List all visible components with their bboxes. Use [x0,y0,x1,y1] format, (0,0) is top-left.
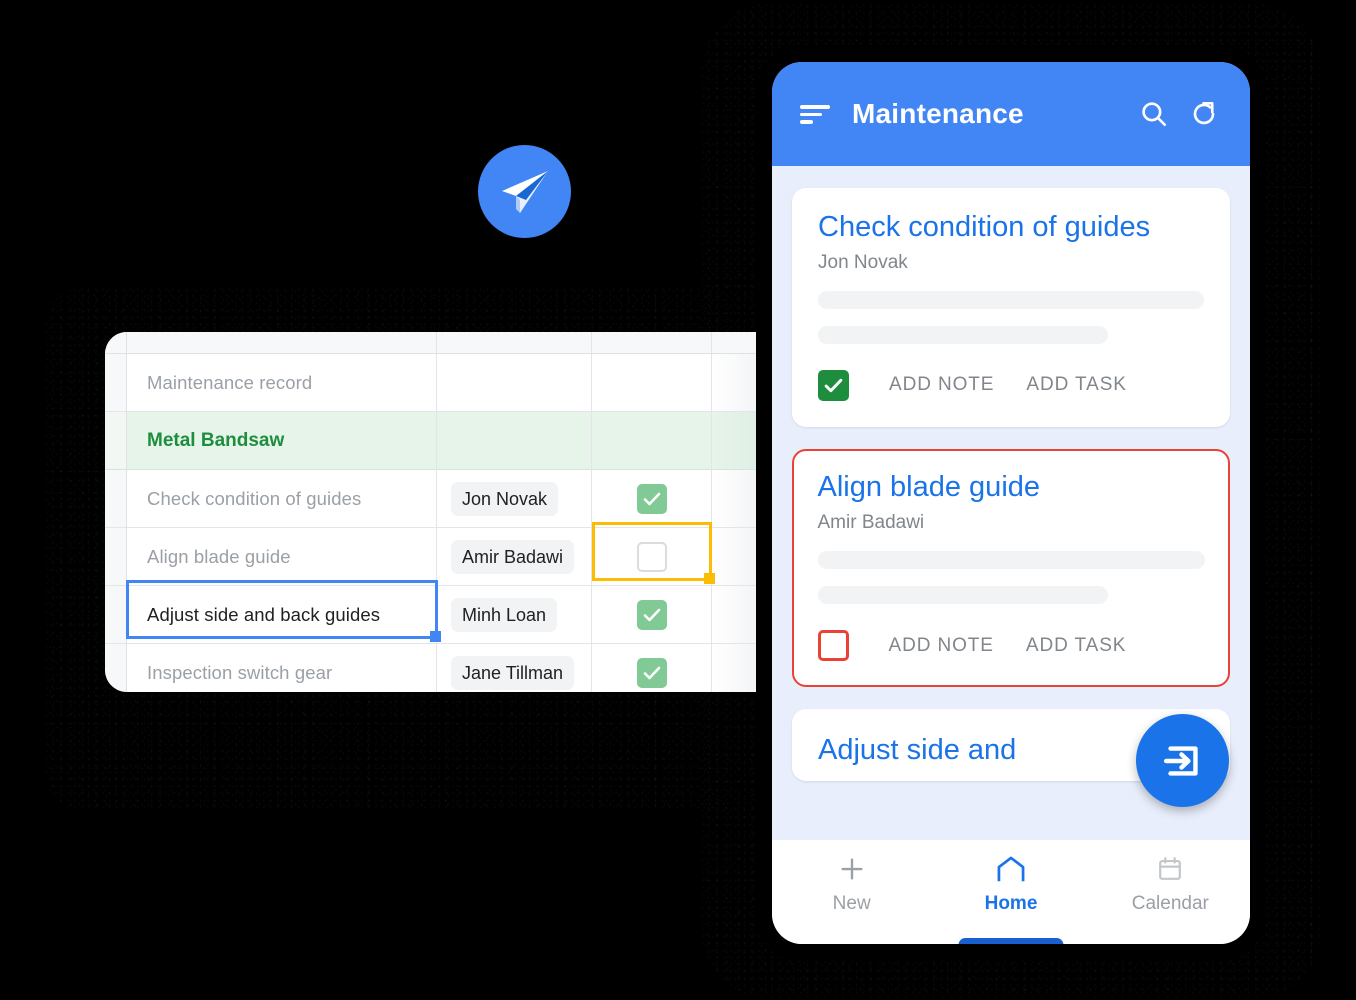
add-note-button[interactable]: ADD NOTE [889,635,994,657]
search-icon[interactable] [1134,94,1174,134]
cell-owner[interactable] [437,354,592,412]
add-task-button[interactable]: ADD TASK [1026,374,1126,396]
cell-owner[interactable]: Jane Tillman [437,644,592,692]
placeholder-bar [818,290,1204,309]
phone-screen: Maintenance Check condition of guides Jo… [772,62,1250,944]
col-header-done[interactable] [592,332,712,354]
cell-task-selected[interactable]: Adjust side and back guides [127,586,437,644]
row-gutter[interactable] [105,644,127,692]
nav-label-new: New [832,893,871,914]
table-row[interactable]: Inspection switch gear Jane Tillman [105,644,791,692]
cell-done[interactable] [592,354,712,412]
cell-done[interactable] [592,412,712,470]
spreadsheet-panel[interactable]: Maintenance record Metal Bandsaw Check c… [105,332,791,692]
row-gutter[interactable] [105,528,127,586]
bottom-navigation: New Home Calendar [772,840,1250,944]
checkbox-checked-icon[interactable] [636,599,667,630]
table-row[interactable]: Align blade guide Amir Badawi [105,528,791,586]
table-row[interactable]: Check condition of guides Jon Novak [105,470,791,528]
row-gutter[interactable] [105,470,127,528]
cell-done[interactable] [592,644,712,692]
cell-task[interactable]: Maintenance record [127,354,437,412]
cell-task-text: Maintenance record [147,371,313,393]
calendar-icon [1156,854,1184,884]
table-row[interactable]: Adjust side and back guides Minh Loan [105,586,791,644]
cell-task[interactable]: Align blade guide [127,528,437,586]
refresh-icon[interactable] [1184,94,1224,134]
home-indicator [958,938,1064,944]
owner-chip: Jane Tillman [451,655,575,690]
row-gutter[interactable] [105,586,127,644]
cell-task[interactable]: Inspection switch gear [127,644,437,692]
owner-chip: Minh Loan [451,597,558,632]
add-task-button[interactable]: ADD TASK [1026,635,1126,657]
column-header-strip [105,332,791,354]
cell-owner[interactable] [437,412,592,470]
nav-label-home: Home [984,893,1038,914]
sort-menu-icon[interactable] [800,103,830,125]
spreadsheet-grid[interactable]: Maintenance record Metal Bandsaw Check c… [105,332,791,692]
add-note-button[interactable]: ADD NOTE [889,374,994,396]
cell-done[interactable] [592,528,712,586]
nav-item-home[interactable]: Home [931,854,1090,915]
paper-plane-send-icon [478,145,571,238]
owner-chip: Jon Novak [451,481,559,516]
cell-task-text: Inspection switch gear [147,661,333,683]
checkbox-empty-icon[interactable] [817,630,849,662]
cell-done[interactable] [592,586,712,644]
group-name-text: Metal Bandsaw [147,429,285,451]
task-card-owner: Amir Badawi [817,512,925,534]
col-header-owner[interactable] [437,332,592,354]
task-card-actions: ADD NOTE ADD TASK [818,369,1204,401]
checkbox-checked-icon[interactable] [636,657,667,688]
corner-cell[interactable] [105,332,127,354]
nav-label-calendar: Calendar [1131,893,1209,914]
placeholder-bar [817,586,1108,605]
task-card-flagged[interactable]: Align blade guide Amir Badawi ADD NOTE A… [792,448,1230,687]
checkbox-empty-icon[interactable] [636,541,667,572]
placeholder-bar [817,551,1205,570]
screenshot-canvas: Maintenance record Metal Bandsaw Check c… [0,0,1356,1000]
task-card-title: Align blade guide [817,471,1041,504]
nav-item-new[interactable]: New [772,854,931,915]
cell-group-name[interactable]: Metal Bandsaw [127,412,437,470]
task-card-title: Check condition of guides [818,211,1151,243]
cell-owner[interactable]: Jon Novak [437,470,592,528]
home-icon [995,854,1027,884]
checkbox-checked-icon[interactable] [636,483,667,514]
checkbox-checked-icon[interactable] [818,369,849,401]
task-list[interactable]: Check condition of guides Jon Novak ADD … [772,166,1250,944]
row-gutter[interactable] [105,412,127,470]
table-row-group-header[interactable]: Metal Bandsaw [105,412,791,470]
table-row[interactable]: Maintenance record [105,354,791,412]
login-input-icon[interactable] [1136,714,1229,807]
task-card-actions: ADD NOTE ADD TASK [817,630,1205,662]
owner-chip: Amir Badawi [451,539,575,574]
task-card-owner: Jon Novak [818,251,908,273]
app-bar: Maintenance [772,62,1250,166]
cell-owner[interactable]: Minh Loan [437,586,592,644]
cell-task[interactable]: Check condition of guides [127,470,437,528]
row-gutter[interactable] [105,354,127,412]
cell-owner[interactable]: Amir Badawi [437,528,592,586]
task-card[interactable]: Check condition of guides Jon Novak ADD … [792,188,1230,427]
cell-task-text: Align blade guide [147,545,291,567]
col-header-task[interactable] [127,332,437,354]
page-title: Maintenance [852,98,1024,129]
cell-task-text: Adjust side and back guides [147,603,381,625]
placeholder-bar [818,325,1108,344]
nav-item-calendar[interactable]: Calendar [1091,854,1250,915]
cell-done[interactable] [592,470,712,528]
plus-icon [837,854,867,884]
cell-task-text: Check condition of guides [147,487,362,509]
